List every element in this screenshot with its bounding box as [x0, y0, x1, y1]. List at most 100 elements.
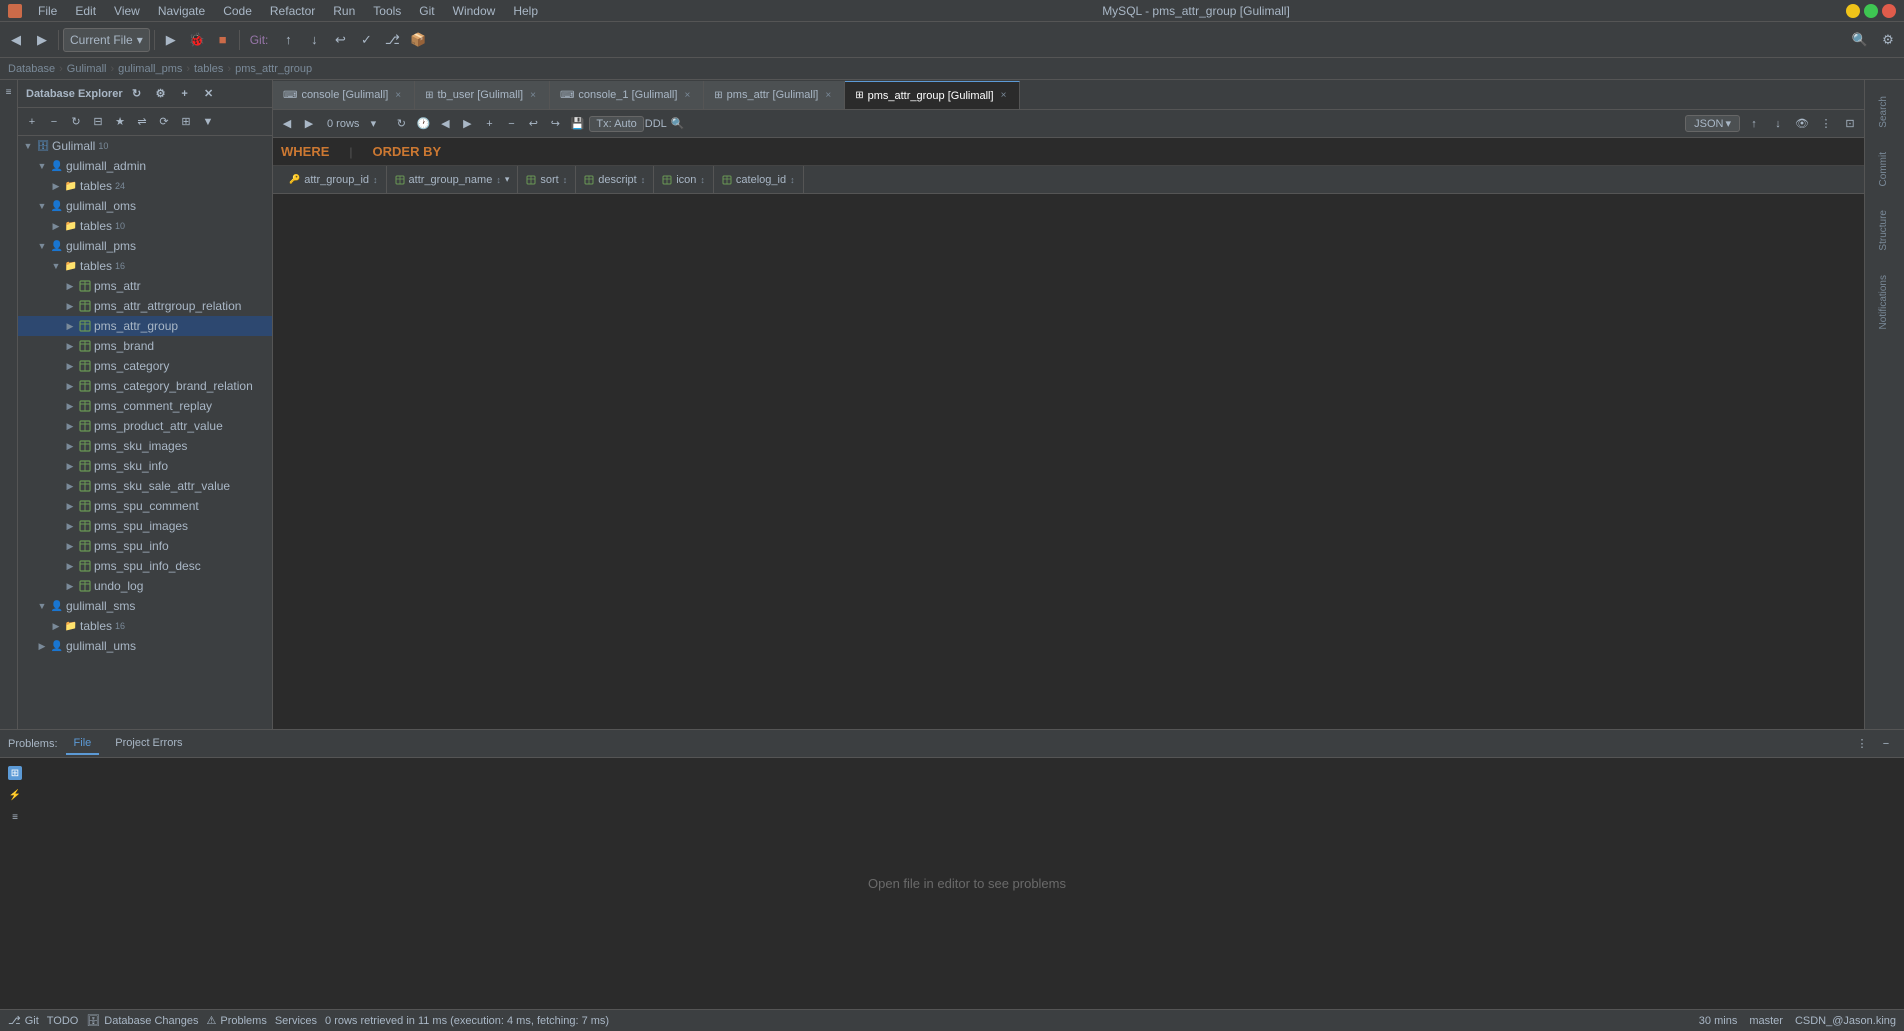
- db-table-btn[interactable]: ⊞: [176, 112, 196, 132]
- db-add-btn[interactable]: +: [22, 112, 42, 132]
- data-grid[interactable]: [273, 194, 1864, 729]
- tree-item-4[interactable]: ▶📁tables10: [18, 216, 272, 236]
- problems-status[interactable]: ⚠ Problems: [206, 1014, 266, 1027]
- tree-item-5[interactable]: ▼👤gulimall_pms: [18, 236, 272, 256]
- prob-icon-1[interactable]: ⊞: [8, 766, 22, 780]
- toolbar-back[interactable]: ◀: [4, 28, 28, 52]
- toolbar-forward[interactable]: ▶: [30, 28, 54, 52]
- right-vtab-structure[interactable]: Structure: [1874, 198, 1895, 263]
- tree-item-3[interactable]: ▼👤gulimall_oms: [18, 196, 272, 216]
- col-header-icon[interactable]: icon↕: [654, 166, 714, 193]
- menu-item-navigate[interactable]: Navigate: [150, 2, 213, 20]
- qt-view-toggle[interactable]: 👁: [1792, 114, 1812, 134]
- col-header-attr_group_id[interactable]: 🔑attr_group_id↕: [281, 166, 387, 193]
- tree-item-23[interactable]: ▼👤gulimall_sms: [18, 596, 272, 616]
- tree-item-12[interactable]: ▶pms_category_brand_relation: [18, 376, 272, 396]
- qt-redo[interactable]: ↪: [545, 114, 565, 134]
- tab-close-pms_attr[interactable]: ×: [822, 89, 834, 102]
- col-header-sort[interactable]: sort↕: [518, 166, 576, 193]
- qt-remove-row[interactable]: −: [501, 114, 521, 134]
- qt-import[interactable]: ↓: [1768, 114, 1788, 134]
- qt-nav-right[interactable]: ▶: [299, 114, 319, 134]
- prob-icon-2[interactable]: ⚡: [8, 788, 22, 802]
- qt-next-page[interactable]: ▶: [457, 114, 477, 134]
- tree-item-6[interactable]: ▼📁tables16: [18, 256, 272, 276]
- menu-item-code[interactable]: Code: [215, 2, 260, 20]
- qt-rows-dropdown[interactable]: ▾: [363, 114, 383, 134]
- problems-more[interactable]: ⋮: [1852, 734, 1872, 754]
- menu-item-git[interactable]: Git: [411, 2, 442, 20]
- db-explorer-reload[interactable]: ↻: [127, 84, 147, 104]
- tree-item-21[interactable]: ▶pms_spu_info_desc: [18, 556, 272, 576]
- menu-item-tools[interactable]: Tools: [365, 2, 409, 20]
- col-header-descript[interactable]: descript↕: [576, 166, 654, 193]
- menu-item-refactor[interactable]: Refactor: [262, 2, 323, 20]
- run-btn[interactable]: ▶: [159, 28, 183, 52]
- qt-add-row[interactable]: +: [479, 114, 499, 134]
- window-controls[interactable]: [1846, 4, 1896, 18]
- db-explorer-settings[interactable]: ⚙: [151, 84, 171, 104]
- qt-refresh[interactable]: ↻: [391, 114, 411, 134]
- tree-item-0[interactable]: ▼🗄Gulimall10: [18, 136, 272, 156]
- col-dropdown-attr_group_name[interactable]: ▾: [505, 174, 510, 185]
- tree-item-11[interactable]: ▶pms_category: [18, 356, 272, 376]
- tree-item-13[interactable]: ▶pms_comment_replay: [18, 396, 272, 416]
- db-refresh-btn[interactable]: ↻: [66, 112, 86, 132]
- qt-save[interactable]: 💾: [567, 114, 587, 134]
- db-tree[interactable]: ▼🗄Gulimall10▼👤gulimall_admin▶📁tables24▼👤…: [18, 136, 272, 729]
- tree-item-16[interactable]: ▶pms_sku_info: [18, 456, 272, 476]
- tree-item-22[interactable]: ▶undo_log: [18, 576, 272, 596]
- problems-tab-file[interactable]: File: [66, 733, 100, 755]
- menu-item-help[interactable]: Help: [505, 2, 546, 20]
- todo-status[interactable]: TODO: [47, 1015, 79, 1027]
- git-revert[interactable]: ↩: [328, 28, 352, 52]
- tab-close-console_1[interactable]: ×: [681, 89, 693, 102]
- tab-tb_user[interactable]: ⊞tb_user [Gulimall]×: [415, 81, 550, 109]
- qt-history[interactable]: 🕐: [413, 114, 433, 134]
- tree-item-10[interactable]: ▶pms_brand: [18, 336, 272, 356]
- minimize-btn[interactable]: [1846, 4, 1860, 18]
- json-badge[interactable]: JSON ▾: [1685, 115, 1740, 132]
- tab-close-pms_attr_group_active[interactable]: ×: [998, 89, 1010, 102]
- breadcrumb-part-4[interactable]: pms_attr_group: [235, 63, 312, 75]
- col-sort-descript[interactable]: ↕: [641, 175, 646, 185]
- tab-pms_attr_group_active[interactable]: ⊞pms_attr_group [Gulimall]×: [845, 81, 1020, 109]
- tree-item-14[interactable]: ▶pms_product_attr_value: [18, 416, 272, 436]
- git-push[interactable]: ↑: [276, 28, 300, 52]
- tree-item-18[interactable]: ▶pms_spu_comment: [18, 496, 272, 516]
- qt-expand[interactable]: ⊡: [1840, 114, 1860, 134]
- db-filter-btn[interactable]: ▼: [198, 112, 218, 132]
- breadcrumb-part-1[interactable]: Gulimall: [67, 63, 107, 75]
- tree-item-9[interactable]: ▶pms_attr_group: [18, 316, 272, 336]
- menu-item-edit[interactable]: Edit: [67, 2, 104, 20]
- problems-minimize[interactable]: −: [1876, 734, 1896, 754]
- git-pull[interactable]: ↓: [302, 28, 326, 52]
- menu-item-view[interactable]: View: [106, 2, 148, 20]
- menu-item-window[interactable]: Window: [445, 2, 504, 20]
- stop-btn[interactable]: ■: [211, 28, 235, 52]
- db-changes-status[interactable]: 🗄 Database Changes: [86, 1014, 198, 1027]
- db-remove-btn[interactable]: −: [44, 112, 64, 132]
- menu-item-run[interactable]: Run: [325, 2, 363, 20]
- db-sync-btn[interactable]: ⟳: [154, 112, 174, 132]
- tree-item-25[interactable]: ▶👤gulimall_ums: [18, 636, 272, 656]
- sidebar-icon-1[interactable]: ≡: [1, 84, 17, 100]
- col-sort-sort[interactable]: ↕: [563, 175, 568, 185]
- git-stash[interactable]: 📦: [406, 28, 430, 52]
- tree-item-1[interactable]: ▼👤gulimall_admin: [18, 156, 272, 176]
- prob-icon-3[interactable]: ≡: [8, 810, 22, 824]
- settings-btn[interactable]: ⚙: [1876, 28, 1900, 52]
- git-status[interactable]: ⎇ Git: [8, 1014, 39, 1027]
- tree-item-15[interactable]: ▶pms_sku_images: [18, 436, 272, 456]
- tab-console_1[interactable]: ⌨console_1 [Gulimall]×: [550, 81, 704, 109]
- tab-pms_attr[interactable]: ⊞pms_attr [Gulimall]×: [704, 81, 845, 109]
- tx-badge[interactable]: Tx: Auto: [589, 116, 643, 132]
- qt-prev-page[interactable]: ◀: [435, 114, 455, 134]
- qt-undo[interactable]: ↩: [523, 114, 543, 134]
- qt-ddl[interactable]: DDL: [646, 114, 666, 134]
- tree-item-17[interactable]: ▶pms_sku_sale_attr_value: [18, 476, 272, 496]
- current-file-dropdown[interactable]: Current File ▾: [63, 28, 150, 52]
- tab-console[interactable]: ⌨console [Gulimall]×: [273, 81, 415, 109]
- tree-item-8[interactable]: ▶pms_attr_attrgroup_relation: [18, 296, 272, 316]
- git-commit[interactable]: ✓: [354, 28, 378, 52]
